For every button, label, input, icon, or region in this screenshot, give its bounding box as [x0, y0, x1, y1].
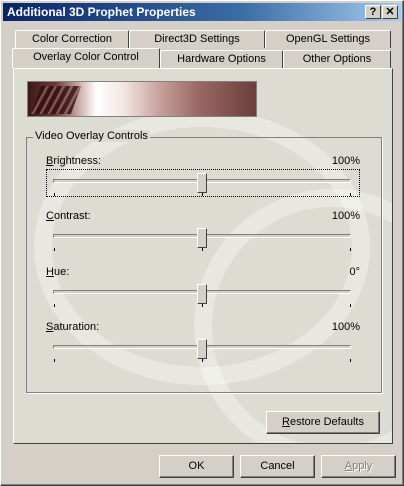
brightness-label: Brightness: — [46, 155, 102, 167]
brightness-slider-tick — [202, 193, 203, 196]
contrast-slider-tick — [350, 248, 351, 251]
brightness-slider-thumb[interactable] — [197, 173, 207, 193]
apply-button[interactable]: Apply — [321, 455, 396, 478]
properties-dialog: Additional 3D Prophet Properties ? ✕ Col… — [0, 0, 404, 486]
contrast-slider-tick — [202, 248, 203, 251]
contrast-value: 100% — [331, 210, 360, 222]
overlay-tab-panel: Video Overlay Controls Brightness: 100% Co… — [13, 68, 393, 444]
hue-slider-tick — [350, 304, 351, 307]
group-title: Video Overlay Controls — [33, 130, 150, 142]
saturation-slider-tick — [350, 359, 351, 362]
tab-direct3d-settings[interactable]: Direct3D Settings — [129, 30, 265, 48]
film-strip-icon — [30, 86, 82, 114]
tab-color-correction[interactable]: Color Correction — [15, 30, 129, 48]
hue-slider-tick — [202, 304, 203, 307]
contrast-label: Contrast: — [46, 210, 91, 222]
tab-other-options[interactable]: Other Options — [283, 50, 391, 68]
contrast-slider-tick — [54, 248, 55, 251]
tab-opengl-settings[interactable]: OpenGL Settings — [265, 30, 391, 48]
hue-slider[interactable] — [46, 280, 360, 308]
brightness-slider-tick — [350, 193, 351, 196]
hue-slider-tick — [54, 304, 55, 307]
brightness-slider-tick — [54, 193, 55, 196]
close-button[interactable]: ✕ — [382, 5, 398, 19]
help-button[interactable]: ? — [365, 5, 381, 19]
brightness-slider[interactable] — [46, 169, 360, 197]
saturation-slider[interactable] — [46, 335, 360, 363]
saturation-slider-thumb[interactable] — [197, 339, 207, 359]
hue-label: Hue: — [46, 266, 70, 278]
restore-defaults-button[interactable]: Restore Defaults — [266, 411, 380, 434]
saturation-slider-tick — [202, 359, 203, 362]
saturation-slider-tick — [54, 359, 55, 362]
ok-button[interactable]: OK — [159, 455, 234, 478]
hue-slider-thumb[interactable] — [197, 284, 207, 304]
contrast-slider-thumb[interactable] — [197, 228, 207, 248]
tab-overlay-color-control[interactable]: Overlay Color Control — [12, 48, 160, 68]
title-bar[interactable]: Additional 3D Prophet Properties ? ✕ — [3, 3, 401, 21]
contrast-slider[interactable] — [46, 224, 360, 252]
cancel-button[interactable]: Cancel — [240, 455, 315, 478]
brightness-value: 100% — [331, 155, 360, 167]
window-title: Additional 3D Prophet Properties — [7, 5, 196, 19]
saturation-label: Saturation: — [46, 321, 100, 333]
hue-value: 0° — [349, 266, 360, 278]
video-overlay-banner-image — [27, 81, 257, 117]
tab-hardware-options[interactable]: Hardware Options — [160, 50, 283, 68]
saturation-value: 100% — [331, 321, 360, 333]
